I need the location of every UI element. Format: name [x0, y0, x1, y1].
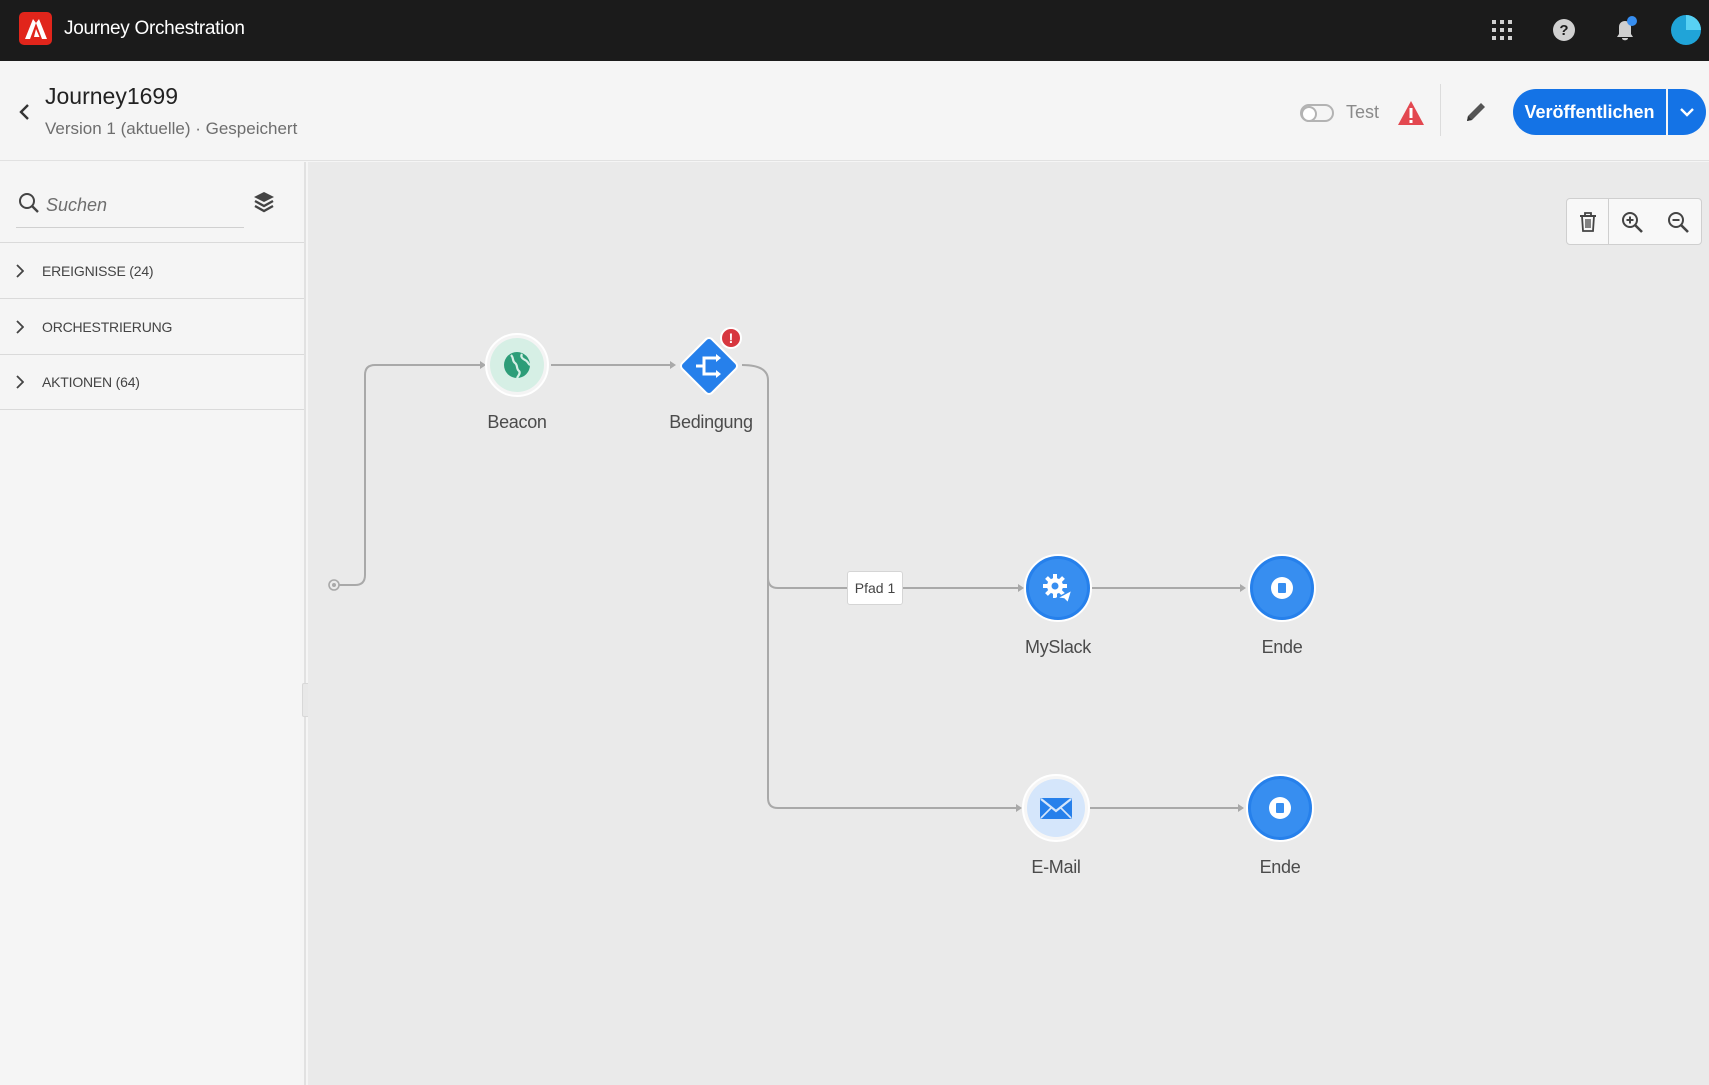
node-end-1[interactable]	[1248, 554, 1316, 622]
path-label-tag[interactable]: Pfad 1	[847, 571, 903, 605]
category-label: ORCHESTRIERUNG	[42, 318, 173, 335]
svg-text:?: ?	[1559, 22, 1568, 39]
node-label: Bedingung	[669, 412, 753, 432]
error-badge[interactable]: !	[720, 327, 742, 349]
publish-button[interactable]: Veröffentlichen	[1513, 89, 1666, 135]
zoom-out-icon[interactable]	[1655, 199, 1700, 244]
pencil-icon[interactable]	[1463, 99, 1491, 127]
envelope-icon	[1022, 774, 1090, 842]
journey-title[interactable]: Journey1699	[45, 83, 178, 110]
layers-icon[interactable]	[252, 190, 278, 216]
category-label: AKTIONEN (64)	[42, 374, 140, 390]
category-list: EREIGNISSE (24) ORCHESTRIERUNG AKTIONEN …	[0, 242, 304, 410]
stop-icon	[1246, 774, 1314, 842]
node-myslack[interactable]	[1024, 554, 1092, 622]
top-bar: Journey Orchestration ?	[0, 0, 1709, 61]
search-icon	[19, 193, 39, 213]
test-label: Test	[1346, 102, 1380, 122]
journey-header: Journey1699 Version 1 (aktuelle) · Gespe…	[0, 61, 1709, 161]
chevron-right-icon	[16, 319, 28, 334]
node-end-2[interactable]	[1246, 774, 1314, 842]
search-field[interactable]	[16, 182, 244, 228]
node-beacon[interactable]	[485, 330, 549, 400]
journey-start-point[interactable]	[326, 577, 342, 593]
globe-icon	[485, 333, 549, 397]
notifications-icon[interactable]	[1607, 12, 1643, 48]
node-label: Ende	[1259, 857, 1301, 877]
category-actions[interactable]: AKTIONEN (64)	[0, 354, 304, 410]
app-title[interactable]: Journey Orchestration	[64, 18, 245, 40]
category-label: EREIGNISSE (24)	[42, 262, 154, 279]
test-mode-toggle[interactable]	[1300, 104, 1334, 122]
node-email[interactable]	[1022, 774, 1090, 842]
zoom-in-icon[interactable]	[1609, 199, 1655, 244]
journey-canvas[interactable]	[308, 162, 1709, 1085]
node-label: Beacon	[487, 412, 547, 432]
stop-icon	[1248, 554, 1316, 622]
chevron-right-icon	[16, 375, 28, 389]
help-icon[interactable]: ?	[1546, 12, 1582, 48]
alert-triangle-icon[interactable]	[1397, 99, 1425, 127]
category-events[interactable]: EREIGNISSE (24)	[0, 242, 304, 298]
header-divider	[1440, 84, 1441, 136]
user-avatar[interactable]	[1668, 12, 1704, 48]
back-button[interactable]	[12, 97, 36, 127]
activity-palette: EREIGNISSE (24) ORCHESTRIERUNG AKTIONEN …	[0, 162, 306, 1085]
apps-grid-icon[interactable]	[1484, 12, 1520, 48]
publish-options-dropdown[interactable]	[1668, 89, 1706, 135]
node-label: Ende	[1261, 637, 1303, 657]
node-label: MySlack	[1025, 637, 1091, 657]
journey-version-status: Version 1 (aktuelle) · Gespeichert	[45, 119, 298, 138]
category-orchestration[interactable]: ORCHESTRIERUNG	[0, 298, 304, 354]
adobe-logo[interactable]	[19, 12, 52, 45]
node-label: E-Mail	[1031, 857, 1081, 877]
chevron-right-icon	[16, 263, 28, 278]
delete-icon[interactable]	[1567, 199, 1609, 244]
canvas-toolbar	[1566, 198, 1702, 245]
search-input[interactable]	[46, 190, 236, 220]
gear-paperplane-icon	[1024, 554, 1092, 622]
chevron-down-icon	[1680, 108, 1694, 117]
